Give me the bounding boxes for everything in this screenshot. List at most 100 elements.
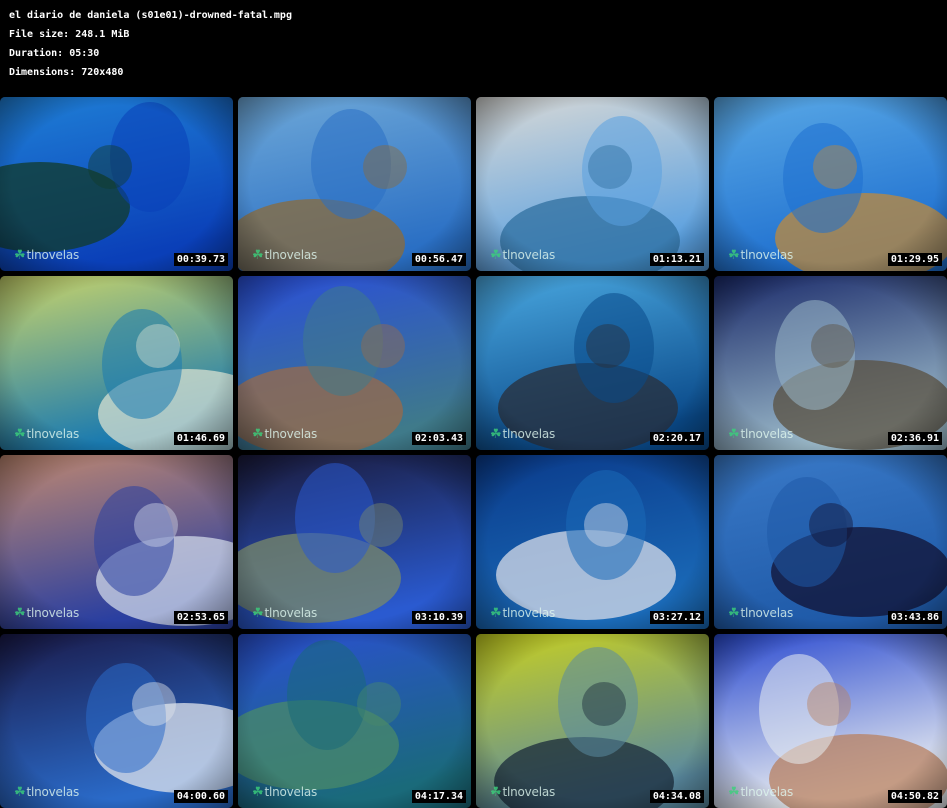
- frame-image: [0, 634, 233, 808]
- frame-timestamp: 01:46.69: [173, 432, 228, 445]
- channel-logo: ☘tlnovelas: [252, 606, 317, 621]
- channel-logo-text: tlnovelas: [502, 785, 556, 799]
- video-frame-thumbnail[interactable]: ☘tlnovelas 02:36.91: [714, 276, 947, 450]
- video-frame-thumbnail[interactable]: ☘tlnovelas 00:56.47: [238, 97, 471, 271]
- channel-logo: ☘tlnovelas: [728, 606, 793, 621]
- frame-image: [0, 455, 233, 629]
- frame-timestamp: 01:29.95: [887, 253, 942, 266]
- frame-timestamp: 03:43.86: [887, 611, 942, 624]
- video-frame-thumbnail[interactable]: ☘tlnovelas 04:00.60: [0, 634, 233, 808]
- frame-timestamp: 04:50.82: [887, 790, 942, 803]
- leaf-icon: ☘: [728, 606, 740, 621]
- leaf-icon: ☘: [252, 785, 264, 800]
- channel-logo-text: tlnovelas: [26, 248, 80, 262]
- frame-image: [0, 276, 233, 450]
- channel-logo-text: tlnovelas: [740, 427, 794, 441]
- channel-logo: ☘tlnovelas: [14, 606, 79, 621]
- channel-logo: ☘tlnovelas: [490, 606, 555, 621]
- frame-timestamp: 02:36.91: [887, 432, 942, 445]
- channel-logo: ☘tlnovelas: [490, 248, 555, 263]
- frame-timestamp: 02:20.17: [649, 432, 704, 445]
- video-frame-thumbnail[interactable]: ☘tlnovelas 03:43.86: [714, 455, 947, 629]
- leaf-icon: ☘: [490, 248, 502, 263]
- leaf-icon: ☘: [252, 248, 264, 263]
- channel-logo: ☘tlnovelas: [490, 785, 555, 800]
- frame-image: [714, 455, 947, 629]
- leaf-icon: ☘: [14, 606, 26, 621]
- frame-image: [0, 97, 233, 271]
- video-frame-thumbnail[interactable]: ☘tlnovelas 00:39.73: [0, 97, 233, 271]
- channel-logo-text: tlnovelas: [264, 606, 318, 620]
- frame-timestamp: 00:56.47: [411, 253, 466, 266]
- leaf-icon: ☘: [728, 785, 740, 800]
- frame-image: [714, 276, 947, 450]
- video-frame-thumbnail[interactable]: ☘tlnovelas 01:46.69: [0, 276, 233, 450]
- channel-logo: ☘tlnovelas: [14, 785, 79, 800]
- channel-logo-text: tlnovelas: [502, 606, 556, 620]
- leaf-icon: ☘: [728, 427, 740, 442]
- frame-timestamp: 04:34.08: [649, 790, 704, 803]
- channel-logo-text: tlnovelas: [740, 785, 794, 799]
- frame-image: [238, 634, 471, 808]
- leaf-icon: ☘: [14, 427, 26, 442]
- video-frame-thumbnail[interactable]: ☘tlnovelas 02:20.17: [476, 276, 709, 450]
- channel-logo: ☘tlnovelas: [252, 248, 317, 263]
- frame-image: [476, 276, 709, 450]
- video-frame-thumbnail[interactable]: ☘tlnovelas 04:50.82: [714, 634, 947, 808]
- file-name: el diario de daniela (s01e01)-drowned-fa…: [9, 10, 292, 21]
- frame-timestamp: 03:10.39: [411, 611, 466, 624]
- channel-logo-text: tlnovelas: [502, 248, 556, 262]
- channel-logo-text: tlnovelas: [26, 785, 80, 799]
- channel-logo: ☘tlnovelas: [252, 785, 317, 800]
- leaf-icon: ☘: [490, 606, 502, 621]
- video-frame-thumbnail[interactable]: ☘tlnovelas 01:13.21: [476, 97, 709, 271]
- video-frame-thumbnail[interactable]: ☘tlnovelas 01:29.95: [714, 97, 947, 271]
- frame-timestamp: 01:13.21: [649, 253, 704, 266]
- channel-logo-text: tlnovelas: [264, 785, 318, 799]
- frame-timestamp: 00:39.73: [173, 253, 228, 266]
- leaf-icon: ☘: [252, 606, 264, 621]
- video-frame-thumbnail[interactable]: ☘tlnovelas 02:03.43: [238, 276, 471, 450]
- video-frame-thumbnail[interactable]: ☘tlnovelas 03:10.39: [238, 455, 471, 629]
- channel-logo-text: tlnovelas: [740, 606, 794, 620]
- frame-image: [238, 97, 471, 271]
- channel-logo: ☘tlnovelas: [14, 248, 79, 263]
- frame-image: [714, 97, 947, 271]
- file-size: File size: 248.1 MiB: [9, 29, 130, 40]
- leaf-icon: ☘: [728, 248, 740, 263]
- leaf-icon: ☘: [490, 427, 502, 442]
- channel-logo-text: tlnovelas: [26, 427, 80, 441]
- frame-image: [476, 97, 709, 271]
- video-frame-thumbnail[interactable]: ☘tlnovelas 03:27.12: [476, 455, 709, 629]
- frame-timestamp: 02:03.43: [411, 432, 466, 445]
- channel-logo: ☘tlnovelas: [728, 427, 793, 442]
- frame-image: [476, 634, 709, 808]
- file-info-header: el diario de daniela (s01e01)-drowned-fa…: [9, 6, 292, 82]
- frame-timestamp: 04:00.60: [173, 790, 228, 803]
- frame-timestamp: 04:17.34: [411, 790, 466, 803]
- channel-logo: ☘tlnovelas: [728, 785, 793, 800]
- channel-logo: ☘tlnovelas: [728, 248, 793, 263]
- channel-logo-text: tlnovelas: [502, 427, 556, 441]
- channel-logo-text: tlnovelas: [264, 248, 318, 262]
- channel-logo: ☘tlnovelas: [252, 427, 317, 442]
- leaf-icon: ☘: [252, 427, 264, 442]
- duration: Duration: 05:30: [9, 48, 100, 59]
- frame-image: [714, 634, 947, 808]
- thumbnail-grid: ☘tlnovelas 00:39.73 ☘tlnovelas 00:56.47 ☘tln…: [0, 97, 947, 808]
- dimensions: Dimensions: 720x480: [9, 67, 124, 78]
- channel-logo: ☘tlnovelas: [490, 427, 555, 442]
- video-frame-thumbnail[interactable]: ☘tlnovelas 04:34.08: [476, 634, 709, 808]
- frame-image: [476, 455, 709, 629]
- frame-image: [238, 455, 471, 629]
- video-frame-thumbnail[interactable]: ☘tlnovelas 02:53.65: [0, 455, 233, 629]
- frame-timestamp: 03:27.12: [649, 611, 704, 624]
- leaf-icon: ☘: [490, 785, 502, 800]
- frame-image: [238, 276, 471, 450]
- channel-logo: ☘tlnovelas: [14, 427, 79, 442]
- channel-logo-text: tlnovelas: [740, 248, 794, 262]
- video-frame-thumbnail[interactable]: ☘tlnovelas 04:17.34: [238, 634, 471, 808]
- frame-timestamp: 02:53.65: [173, 611, 228, 624]
- leaf-icon: ☘: [14, 785, 26, 800]
- leaf-icon: ☘: [14, 248, 26, 263]
